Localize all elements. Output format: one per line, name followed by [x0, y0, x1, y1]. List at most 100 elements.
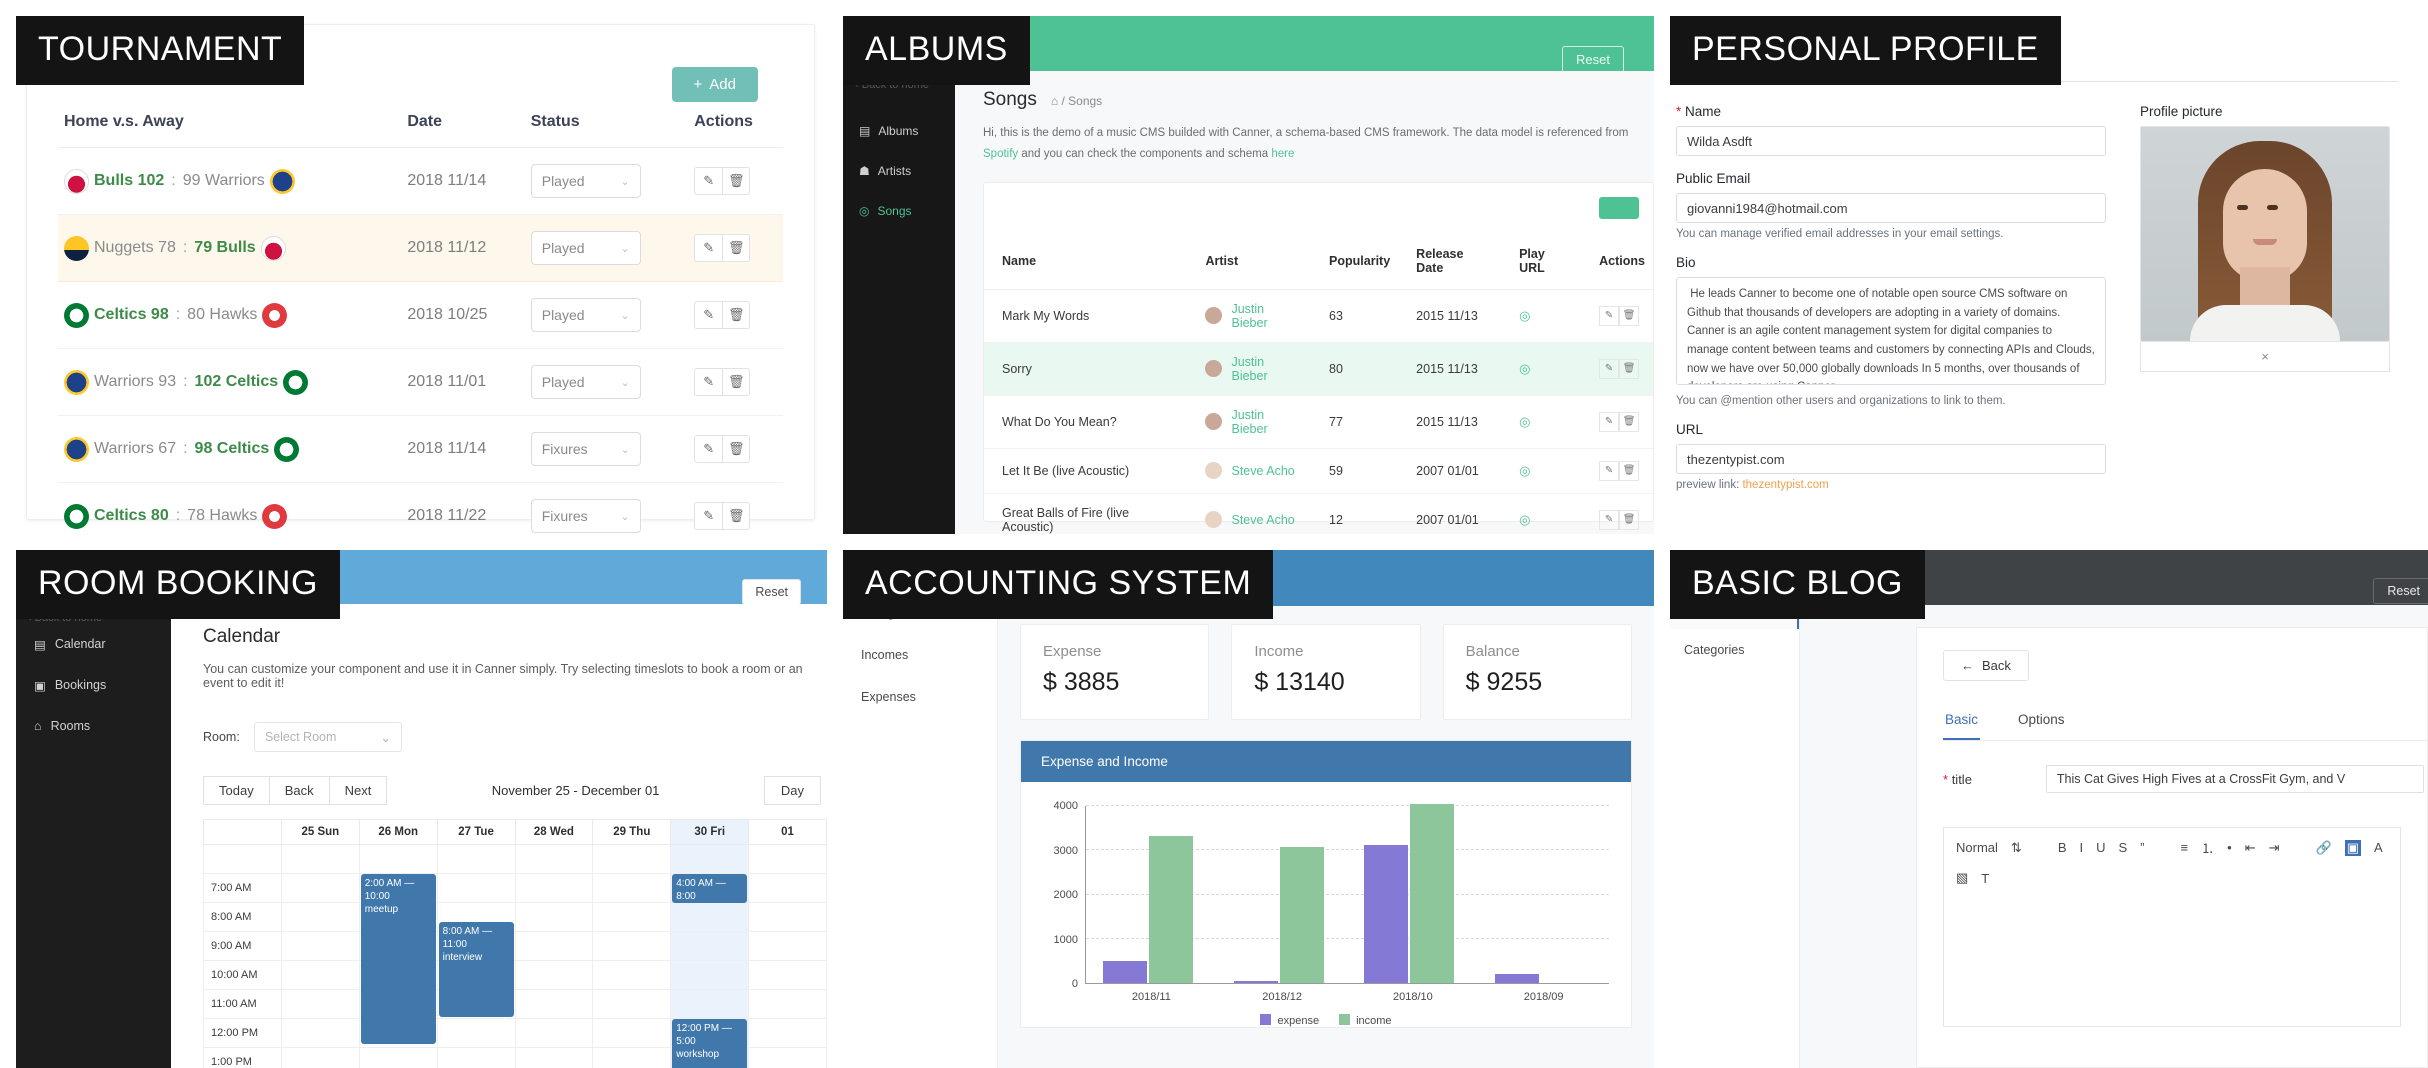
albums-add-button[interactable]	[1599, 196, 1639, 219]
back-button[interactable]: ← Back	[1943, 650, 2029, 681]
room-select[interactable]: Select Room ⌄	[253, 722, 402, 752]
calendar-slot[interactable]	[358, 1047, 438, 1068]
sidebar-item-songs[interactable]: ◎ Songs	[843, 191, 955, 231]
edit-icon[interactable]: ✎	[694, 301, 723, 329]
calendar-slot[interactable]	[280, 902, 360, 932]
email-input[interactable]	[1676, 193, 2106, 223]
sidebar-item-artists[interactable]: ☗ Artists	[843, 151, 955, 191]
sidebar-item-calendar[interactable]: ▤ Calendar	[16, 624, 171, 665]
rich-text-editor[interactable]: Normal ⇅ B I U S ” ≡ ⒈ • ⇤ ⇥ 🔗 ▣ A ▧ T	[1943, 827, 2401, 1027]
albums-reset-button[interactable]: Reset	[1562, 46, 1624, 73]
link-icon[interactable]: 🔗	[2316, 840, 2332, 856]
edit-icon[interactable]: ✎	[1599, 411, 1620, 432]
calendar-slot[interactable]	[280, 873, 360, 903]
play-link-icon[interactable]: ◎	[1519, 512, 1530, 527]
calendar-event[interactable]: 8:00 AM — 11:00 interview	[438, 922, 514, 1017]
edit-icon[interactable]: ✎	[694, 368, 723, 396]
calendar-slot[interactable]	[592, 931, 672, 961]
status-select[interactable]: Played ⌄	[530, 365, 641, 399]
calendar-event[interactable]: 2:00 AM — 10:00 meetup	[360, 874, 436, 1044]
calendar-allday-cell[interactable]	[748, 844, 827, 874]
calendar-slot[interactable]	[514, 902, 594, 932]
calendar-slot[interactable]	[514, 1047, 594, 1068]
sidebar-item-categories[interactable]: Categories	[1670, 629, 1799, 671]
calendar-slot[interactable]	[748, 902, 827, 932]
calendar-slot[interactable]	[670, 931, 750, 961]
calendar-slot[interactable]	[592, 989, 672, 1019]
calendar-slot[interactable]	[436, 1018, 516, 1048]
italic-icon[interactable]: I	[2079, 840, 2083, 855]
today-button[interactable]: Today	[203, 776, 270, 805]
status-select[interactable]: Played ⌄	[530, 231, 641, 265]
underline-icon[interactable]: U	[2096, 840, 2105, 855]
edit-icon[interactable]: ✎	[1599, 305, 1620, 326]
play-link-icon[interactable]: ◎	[1519, 308, 1530, 323]
align-icon[interactable]: ≡	[2181, 840, 2189, 855]
calendar-slot[interactable]	[514, 960, 594, 990]
edit-icon[interactable]: ✎	[1599, 358, 1620, 379]
artist-name[interactable]: Justin Bieber	[1231, 355, 1303, 383]
name-input[interactable]	[1676, 126, 2106, 156]
delete-icon[interactable]: 🗑	[1619, 460, 1640, 481]
calendar-allday-cell[interactable]	[358, 844, 438, 874]
calendar-slot[interactable]	[592, 960, 672, 990]
preview-link[interactable]: thezentypist.com	[1742, 479, 1828, 491]
indent-icon[interactable]: ⇥	[2269, 840, 2280, 856]
status-select[interactable]: Played ⌄	[530, 298, 641, 332]
artist-name[interactable]: Justin Bieber	[1231, 302, 1303, 330]
calendar-slot[interactable]	[748, 873, 827, 903]
title-input[interactable]	[2045, 765, 2424, 793]
tab-basic[interactable]: Basic	[1943, 703, 1981, 740]
calendar-slot[interactable]	[514, 989, 594, 1019]
calendar-allday-cell[interactable]	[514, 844, 594, 874]
calendar-slot[interactable]	[670, 960, 750, 990]
calendar-slot[interactable]	[748, 1018, 827, 1048]
url-input[interactable]	[1676, 444, 2106, 474]
style-stepper-icon[interactable]: ⇅	[2011, 840, 2022, 856]
calendar-slot[interactable]	[592, 902, 672, 932]
calendar-slot[interactable]	[436, 1047, 516, 1068]
delete-icon[interactable]: 🗑	[722, 368, 751, 396]
artist-name[interactable]: Justin Bieber	[1231, 408, 1303, 436]
image-icon[interactable]: ▣	[2344, 839, 2361, 856]
sidebar-item-bookings[interactable]: ▣ Bookings	[16, 665, 171, 706]
calendar-slot[interactable]	[670, 989, 750, 1019]
delete-icon[interactable]: 🗑	[1619, 305, 1640, 326]
clear-format-icon[interactable]: T	[1981, 871, 1989, 886]
bio-textarea[interactable]: He leads Canner to become one of notable…	[1676, 277, 2106, 385]
sidebar-item-albums[interactable]: ▤ Albums	[843, 111, 955, 151]
calendar-allday-cell[interactable]	[592, 844, 672, 874]
calendar-slot[interactable]	[280, 989, 360, 1019]
sidebar-item-incomes[interactable]: Incomes	[843, 634, 997, 676]
calendar-slot[interactable]	[748, 931, 827, 961]
delete-icon[interactable]: 🗑	[1619, 509, 1640, 530]
delete-icon[interactable]: 🗑	[722, 167, 751, 195]
calendar-slot[interactable]	[436, 873, 516, 903]
delete-icon[interactable]: 🗑	[722, 301, 751, 329]
here-link[interactable]: here	[1271, 148, 1294, 160]
status-select[interactable]: Fixures ⌄	[530, 499, 641, 533]
calendar-slot[interactable]	[280, 1047, 360, 1068]
calendar-event[interactable]: 4:00 AM — 8:00meeting	[672, 874, 748, 903]
calendar-slot[interactable]	[280, 960, 360, 990]
calendar-slot[interactable]: 2:00 AM — 10:00 meetup	[358, 873, 438, 1044]
artist-name[interactable]: Steve Acho	[1231, 464, 1294, 478]
calendar-slot[interactable]: 4:00 AM — 8:00meeting	[670, 873, 750, 903]
status-select[interactable]: Fixures ⌄	[530, 432, 641, 466]
booking-reset-button[interactable]: Reset	[742, 579, 801, 605]
calendar-slot[interactable]: 12:00 PM — 5:00 workshop	[670, 1018, 750, 1068]
delete-icon[interactable]: 🗑	[1619, 358, 1640, 379]
quote-icon[interactable]: ”	[2140, 840, 2144, 855]
ordered-list-icon[interactable]: ⒈	[2201, 838, 2214, 857]
calendar-slot[interactable]	[592, 1047, 672, 1068]
calendar-event[interactable]: 12:00 PM — 5:00 workshop	[672, 1019, 748, 1068]
sidebar-item-expenses[interactable]: Expenses	[843, 676, 997, 718]
calendar-slot[interactable]	[748, 989, 827, 1019]
day-view-button[interactable]: Day	[763, 776, 821, 805]
delete-icon[interactable]: 🗑	[722, 502, 751, 530]
calendar-slot[interactable]	[670, 902, 750, 932]
edit-icon[interactable]: ✎	[1599, 460, 1620, 481]
style-select[interactable]: Normal	[1956, 840, 1998, 855]
edit-icon[interactable]: ✎	[694, 502, 723, 530]
calendar-slot[interactable]: 8:00 AM — 11:00 interview	[436, 902, 516, 1017]
